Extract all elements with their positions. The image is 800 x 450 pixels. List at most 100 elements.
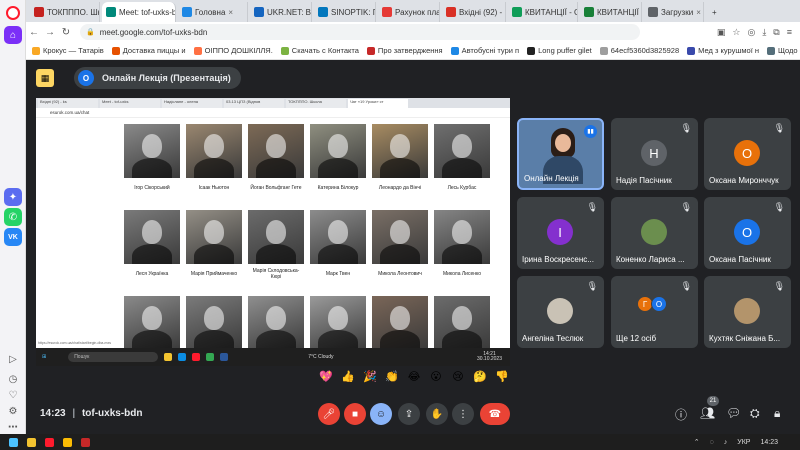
camera-icon[interactable]: ▣ [717, 27, 726, 38]
aria-icon[interactable]: ✦ [4, 188, 22, 206]
people-icon[interactable]: 👥︎ [700, 406, 715, 420]
bookmark-item[interactable]: Крокус — Татарів [32, 46, 104, 55]
reload-icon[interactable]: ↻ [58, 27, 74, 38]
reaction-emoji[interactable]: 😮 [428, 370, 444, 383]
raise-hand-button[interactable]: ✋ [426, 403, 448, 425]
start-icon[interactable] [9, 437, 18, 447]
reaction-emoji[interactable]: 👏 [384, 370, 400, 383]
bookmark-star-icon[interactable]: ☆ [732, 27, 740, 38]
leave-call-button[interactable]: ☎ [480, 403, 510, 425]
portrait-head [204, 306, 224, 330]
portrait-head [328, 220, 348, 244]
menu-icon[interactable]: ≡ [787, 27, 792, 38]
chrome-taskbar-icon[interactable] [63, 437, 72, 447]
bookmark-item[interactable]: Long puffer gilet [527, 46, 592, 55]
tray-time[interactable]: 14:23 [760, 439, 778, 446]
portrait-body [442, 158, 482, 178]
bookmark-item[interactable]: Автобусні тури п [450, 46, 519, 55]
download-icon[interactable]: ⤓ [762, 27, 766, 38]
bookmark-label: ОІППО ДОШКІЛЛЯ. [204, 46, 273, 55]
bookmark-item[interactable]: Щодо організації в [767, 46, 800, 55]
opera-logo-icon[interactable] [6, 6, 20, 20]
files-icon[interactable] [27, 437, 36, 447]
opera-taskbar-icon[interactable] [45, 437, 54, 447]
network-icon[interactable]: ◌ [710, 439, 714, 446]
reaction-emoji[interactable]: 😂 [406, 370, 422, 383]
reaction-emoji[interactable]: 👍 [340, 370, 356, 383]
browser-tab[interactable]: Вхідні (92) - ks× [442, 2, 506, 22]
emoji-button[interactable]: ☺ [370, 403, 392, 425]
tab-favicon-icon [34, 7, 44, 17]
bookmark-item[interactable]: Про затвердження [366, 46, 443, 55]
browser-tab[interactable]: SINOPTIK: Пог× [314, 2, 376, 22]
presentation-icon[interactable]: ▦ [36, 69, 54, 87]
portrait-photo [310, 124, 366, 178]
chat-icon[interactable]: 💬︎ [726, 406, 741, 420]
tray-up-icon[interactable]: ⌃ [694, 438, 700, 446]
portrait-photo [310, 296, 366, 350]
extensions-icon[interactable]: ⧉ [773, 27, 779, 38]
opera-gx-taskbar-icon[interactable] [81, 437, 90, 447]
bookmark-item[interactable]: 64ecf5360d3825928 [599, 46, 679, 55]
presentation-tab: Надіслане - олена [162, 99, 222, 108]
participant-tile[interactable]: 🎙︎ І Ірина Воскресенс... [517, 197, 604, 269]
participant-tile[interactable]: 🎙︎ О Оксана Пасічник [704, 197, 791, 269]
tab-close-icon[interactable]: × [696, 8, 701, 17]
portrait-body [380, 244, 420, 264]
tab-close-icon[interactable]: × [228, 8, 233, 17]
browser-tab[interactable]: Рахунок платн× [378, 2, 440, 22]
camera-off-button[interactable]: ■ [344, 403, 366, 425]
participant-tile[interactable]: 🎙︎ Н Надія Пасічник [611, 118, 698, 190]
tab-label: КВИТАНЦІЇ - G [525, 7, 578, 17]
browser-tab[interactable]: КВИТАНЦІЇ (Вс× [580, 2, 642, 22]
portrait-photo [124, 296, 180, 350]
reaction-emoji[interactable]: 💖 [318, 370, 334, 383]
player-icon[interactable]: ▷ [4, 350, 22, 368]
bookmark-item[interactable]: ОІППО ДОШКІЛЛЯ. [193, 46, 273, 55]
browser-tab[interactable]: Загрузки × [644, 2, 704, 22]
mic-off-button[interactable]: 🎤︎ [318, 403, 340, 425]
participant-tile[interactable]: 🎙︎ Ангеліна Теслюк [517, 276, 604, 348]
bookmark-item[interactable]: Мед з курушмої н [687, 46, 759, 55]
volume-icon[interactable]: ♪ [724, 439, 728, 446]
mic-muted-icon: 🎙︎ [773, 281, 785, 291]
snapshot-icon[interactable]: ◎ [747, 27, 755, 38]
home-icon[interactable]: ⌂ [4, 26, 22, 44]
bookmark-favicon-icon [193, 46, 202, 55]
participant-tile[interactable]: 🎙︎ Коненко Лариса ... [611, 197, 698, 269]
browser-tab[interactable]: Головна × [178, 2, 248, 22]
participant-tile[interactable]: 🎙︎ Кухтяк Сніжана Б... [704, 276, 791, 348]
mic-muted-icon: 🎙︎ [773, 123, 785, 133]
reaction-emoji[interactable]: 😢 [450, 370, 466, 383]
participant-tile[interactable]: 🎙︎ О Оксана Миронччук [704, 118, 791, 190]
activities-icon[interactable]: ⛭ [750, 406, 760, 421]
host-controls-icon[interactable]: 🔒︎ [774, 406, 780, 421]
bookmark-item[interactable]: Скачать с Контакта [280, 46, 359, 55]
forward-icon[interactable]: → [42, 27, 58, 38]
browser-tab[interactable]: Meet: tof-uxks-b× [102, 2, 176, 22]
browser-tab[interactable]: UKR.NET: Всі н× [250, 2, 312, 22]
portrait-caption: Лесь Курбас [447, 185, 477, 192]
bookmark-item[interactable]: Доставка пиццы и [111, 46, 186, 55]
reaction-emoji[interactable]: 👎 [494, 370, 510, 383]
info-icon[interactable]: ⓘ [675, 406, 687, 423]
browser-tab[interactable]: ТОКПППО. Шко× [30, 2, 100, 22]
back-icon[interactable]: ← [26, 27, 42, 38]
whatsapp-icon[interactable]: ✆ [4, 208, 22, 226]
bookmark-label: Про затвердження [377, 46, 443, 55]
new-tab-button[interactable]: + [708, 2, 721, 22]
url-field[interactable]: 🔒 meet.google.com/tof-uxks-bdn [80, 24, 640, 40]
bookmark-label: Long puffer gilet [538, 46, 592, 55]
reaction-emoji[interactable]: 🤔 [472, 370, 488, 383]
browser-tab[interactable]: КВИТАНЦІЇ - G× [508, 2, 578, 22]
participant-tile[interactable]: ▮▮ Онлайн Лекція [517, 118, 604, 190]
tab-label: КВИТАНЦІЇ (Вс [597, 7, 641, 17]
participant-tile[interactable]: 🎙︎ Г О Ще 12 осіб [611, 276, 698, 348]
more-options-button[interactable]: ⋮ [452, 403, 474, 425]
present-screen-button[interactable]: ⇪ [398, 403, 420, 425]
portrait-caption: Йоган Вольфганг Гете [250, 185, 302, 192]
vk-icon[interactable]: VK [4, 228, 22, 246]
tray-lang[interactable]: УКР [737, 439, 750, 446]
reaction-emoji[interactable]: 🎉 [362, 370, 378, 383]
participant-name: Коненко Лариса ... [616, 255, 685, 264]
